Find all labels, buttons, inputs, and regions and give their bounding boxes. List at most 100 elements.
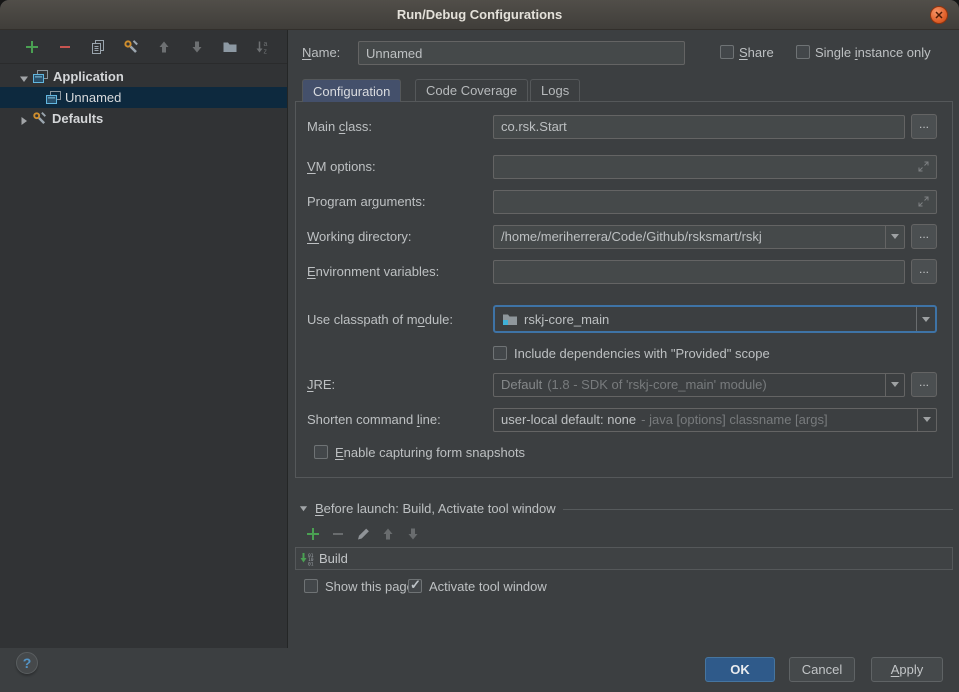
move-down-icon[interactable] (189, 39, 205, 55)
edit-icon[interactable] (355, 526, 371, 542)
tree-item-application[interactable]: Application (0, 66, 287, 87)
include-provided-checkbox[interactable] (493, 346, 507, 360)
name-input[interactable] (358, 41, 685, 65)
run-debug-configurations-dialog: Run/Debug Configurations ✕ az (0, 0, 959, 692)
jre-value: Default (501, 377, 542, 392)
tab-logs[interactable]: Logs (530, 79, 580, 101)
tab-configuration[interactable]: Configuration (302, 79, 401, 102)
environment-variables-browse-button[interactable]: ... (911, 259, 937, 284)
add-icon[interactable] (305, 526, 321, 542)
before-launch-title: Before launch: Build, Activate tool wind… (315, 501, 556, 516)
application-type-icon (33, 70, 48, 84)
working-directory-label: Working directory: (307, 229, 493, 244)
sort-configurations-icon[interactable]: az (255, 39, 271, 55)
ok-button[interactable]: OK (705, 657, 775, 682)
working-directory-row: Working directory: /home/meriherrera/Cod… (307, 224, 937, 249)
single-instance-label: Single instance only (815, 45, 931, 60)
jre-combobox[interactable]: Default (1.8 - SDK of 'rskj-core_main' m… (493, 373, 905, 397)
share-checkbox[interactable] (720, 45, 734, 59)
activate-tool-window-label: Activate tool window (429, 579, 547, 594)
chevron-down-icon (891, 234, 899, 239)
jre-browse-button[interactable]: ... (911, 372, 937, 397)
dropdown-button[interactable] (916, 307, 935, 331)
apply-button[interactable]: Apply (871, 657, 943, 682)
question-mark-icon: ? (23, 655, 32, 671)
environment-variables-label: Environment variables: (307, 264, 493, 279)
application-type-icon (46, 91, 61, 105)
module-icon (502, 312, 518, 326)
build-icon: 011001 (300, 552, 314, 566)
working-directory-browse-button[interactable]: ... (911, 224, 937, 249)
new-folder-icon[interactable] (222, 39, 238, 55)
use-classpath-combobox[interactable]: rskj-core_main (493, 305, 937, 333)
program-arguments-input[interactable] (493, 190, 937, 214)
ellipsis-icon: ... (919, 119, 929, 129)
tab-label: Configuration (313, 84, 390, 99)
jre-value-detail: (1.8 - SDK of 'rskj-core_main' module) (547, 377, 767, 392)
include-provided-row: Include dependencies with "Provided" sco… (493, 345, 770, 361)
vm-options-input[interactable] (493, 155, 937, 179)
ok-label: OK (730, 662, 750, 677)
environment-variables-input[interactable] (493, 260, 905, 284)
chevron-down-icon (922, 317, 930, 322)
show-this-page-row: Show this page (304, 578, 414, 594)
task-label: Build (319, 551, 348, 566)
program-arguments-row: Program arguments: (307, 189, 937, 214)
shorten-command-line-label: Shorten command line: (307, 412, 493, 427)
cancel-button[interactable]: Cancel (789, 657, 855, 682)
copy-icon[interactable] (90, 39, 106, 55)
add-icon[interactable] (24, 39, 40, 55)
working-directory-combobox[interactable]: /home/meriherrera/Code/Github/rsksmart/r… (493, 225, 905, 249)
dropdown-button[interactable] (917, 409, 936, 431)
before-launch-toolbar (305, 526, 421, 542)
tab-code-coverage[interactable]: Code Coverage (415, 79, 528, 101)
configurations-sidebar: az Application Unnamed Defaults (0, 30, 288, 648)
use-classpath-row: Use classpath of module: rskj-core_main (307, 305, 937, 333)
single-instance-checkbox[interactable] (796, 45, 810, 59)
shorten-command-line-value: user-local default: none (501, 412, 636, 427)
task-row-build[interactable]: 011001 Build (296, 548, 952, 569)
cancel-label: Cancel (802, 662, 842, 677)
tree-item-label: Defaults (52, 111, 103, 126)
remove-icon[interactable] (330, 526, 346, 542)
jre-row: JRE: Default (1.8 - SDK of 'rskj-core_ma… (307, 372, 937, 397)
svg-text:z: z (264, 49, 268, 56)
main-class-label: Main class: (307, 119, 493, 134)
ellipsis-icon: ... (919, 264, 929, 274)
name-label: Name: (302, 45, 340, 60)
expand-field-icon[interactable] (918, 161, 929, 172)
move-up-icon[interactable] (156, 39, 172, 55)
activate-tool-window-checkbox[interactable] (408, 579, 422, 593)
shorten-command-line-row: Shorten command line: user-local default… (307, 407, 937, 432)
share-label: Share (739, 45, 774, 60)
help-button[interactable]: ? (16, 652, 38, 674)
title-bar: Run/Debug Configurations (0, 0, 959, 30)
edit-defaults-icon[interactable] (123, 39, 139, 55)
main-class-input[interactable]: co.rsk.Start (493, 115, 905, 139)
move-up-icon[interactable] (380, 526, 396, 542)
chevron-right-icon[interactable] (19, 114, 29, 124)
shorten-command-line-combobox[interactable]: user-local default: none - java [options… (493, 408, 937, 432)
remove-icon[interactable] (57, 39, 73, 55)
use-classpath-label: Use classpath of module: (307, 312, 493, 327)
include-provided-label: Include dependencies with "Provided" sco… (514, 346, 770, 361)
expand-field-icon[interactable] (918, 196, 929, 207)
chevron-down-icon[interactable] (19, 72, 29, 82)
before-launch-header[interactable]: Before launch: Build, Activate tool wind… (299, 501, 953, 516)
ellipsis-icon: ... (919, 229, 929, 239)
dropdown-button[interactable] (885, 226, 904, 248)
tree-item-defaults[interactable]: Defaults (0, 108, 287, 129)
collapse-arrow-icon[interactable] (299, 504, 308, 513)
use-classpath-value: rskj-core_main (524, 312, 609, 327)
dialog-title: Run/Debug Configurations (0, 0, 959, 29)
close-button[interactable]: ✕ (930, 6, 948, 24)
capture-snapshots-row: Enable capturing form snapshots (314, 444, 525, 460)
main-class-browse-button[interactable]: ... (911, 114, 937, 139)
dropdown-button[interactable] (885, 374, 904, 396)
tree-item-unnamed[interactable]: Unnamed (0, 87, 287, 108)
svg-text:01: 01 (308, 561, 314, 565)
move-down-icon[interactable] (405, 526, 421, 542)
capture-snapshots-checkbox[interactable] (314, 445, 328, 459)
show-this-page-label: Show this page (325, 579, 414, 594)
show-this-page-checkbox[interactable] (304, 579, 318, 593)
